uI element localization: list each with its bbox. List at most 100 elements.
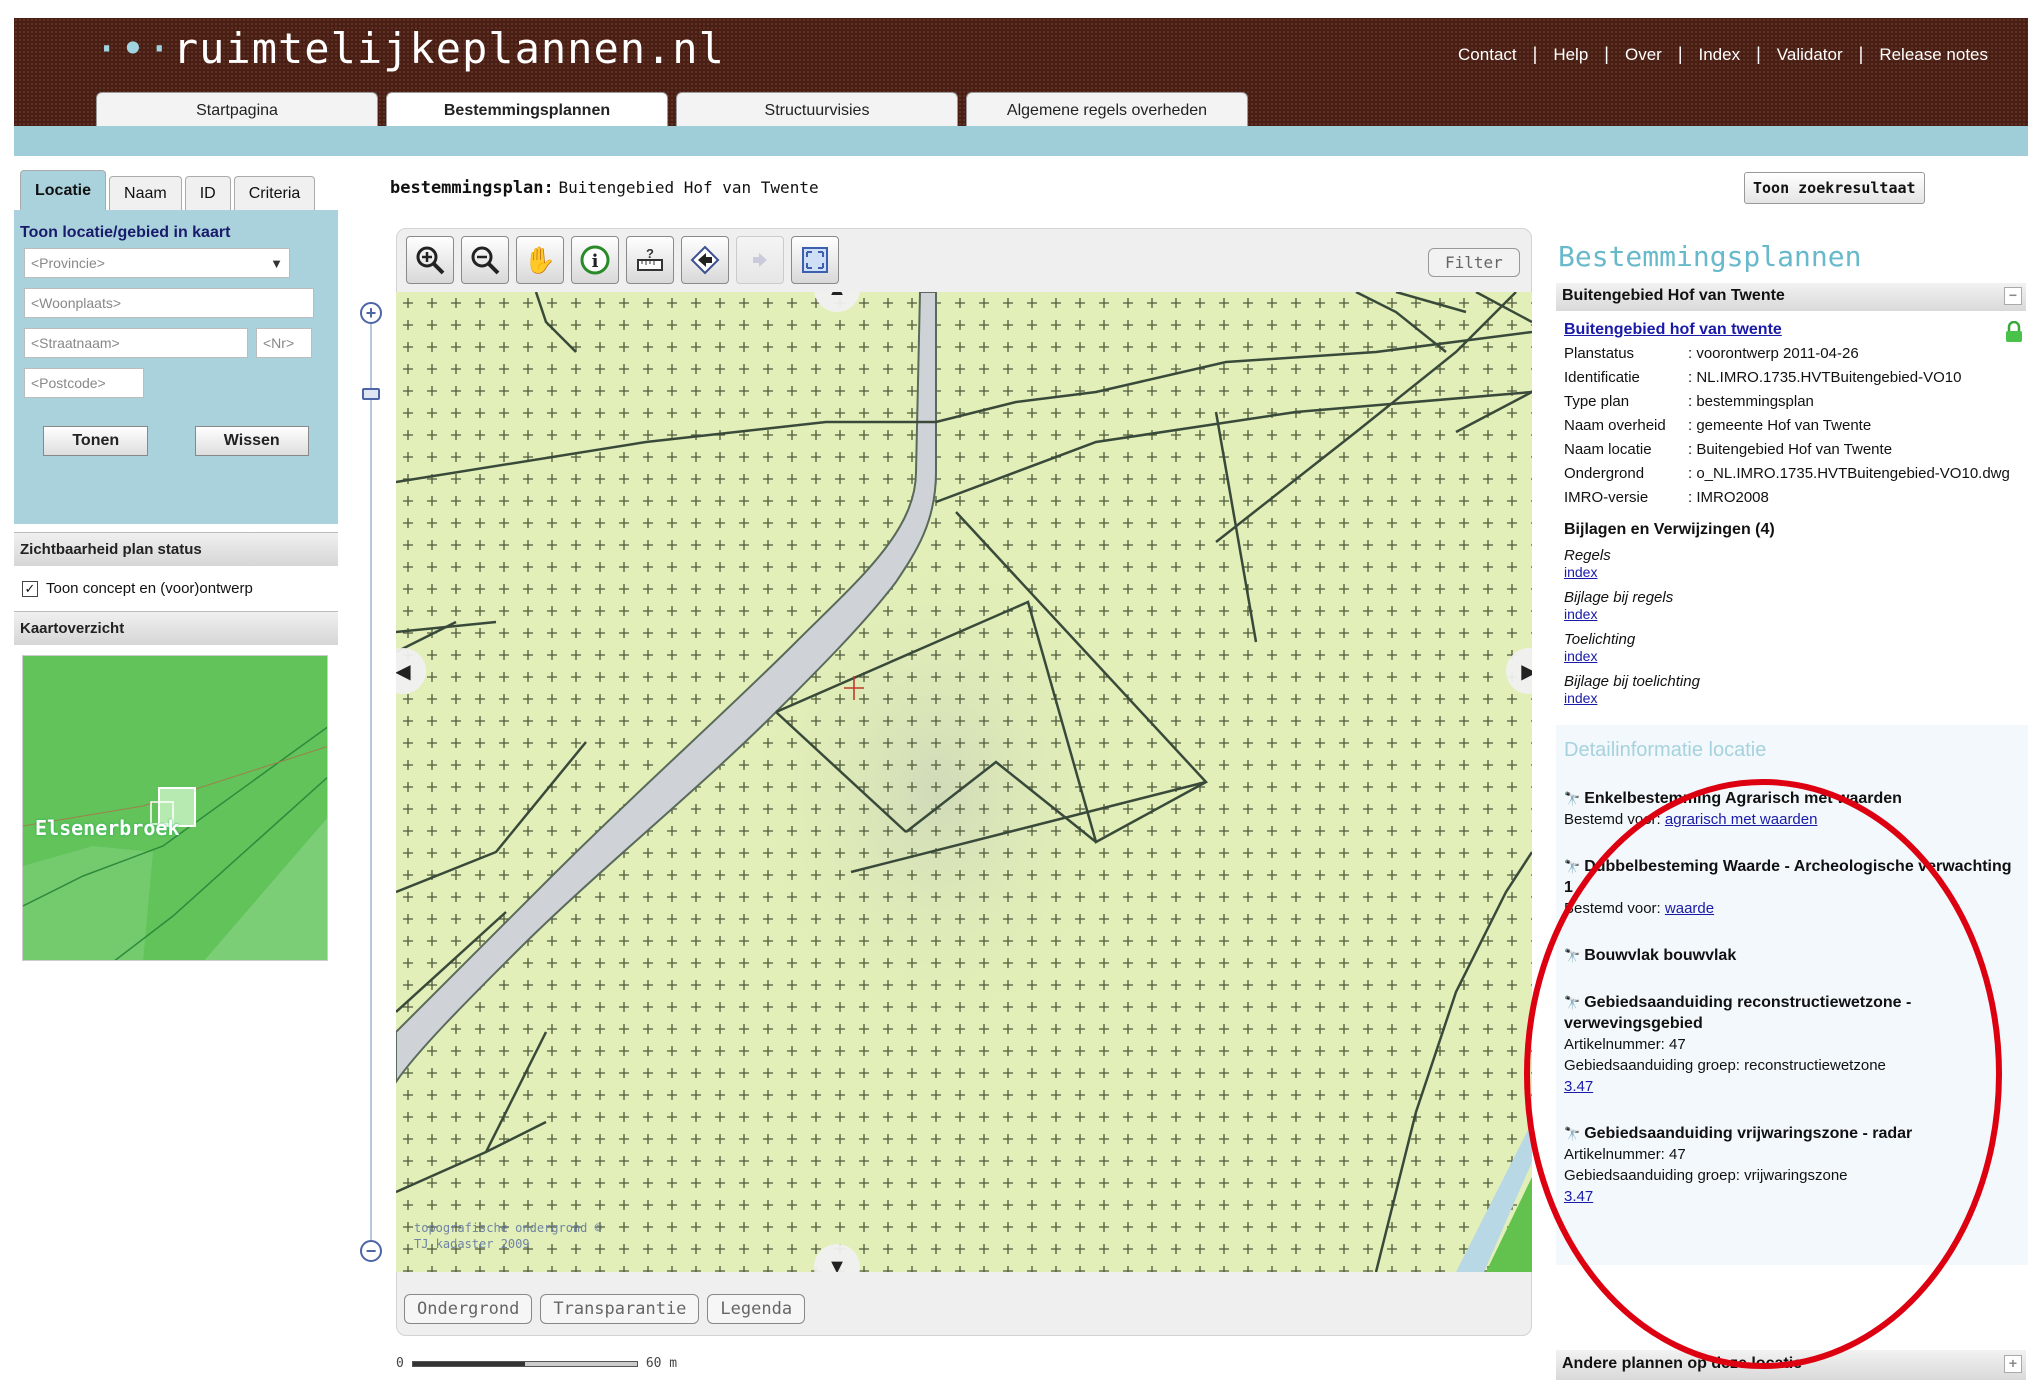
- site-header: ·•·ruimtelijkeplannen.nl Contact | Help | …: [14, 18, 2028, 128]
- zoom-slider[interactable]: + −: [356, 300, 386, 1262]
- bijlage-item: Bijlage bij regels index: [1564, 589, 1674, 622]
- map-graphic: [396, 292, 1532, 1272]
- ondergrond-button[interactable]: Ondergrond: [404, 1294, 533, 1324]
- zoom-slider-handle[interactable]: [362, 388, 380, 400]
- forward-icon[interactable]: [736, 236, 784, 284]
- concept-checkbox[interactable]: ✓: [22, 580, 38, 597]
- tonen-button[interactable]: Tonen: [43, 426, 149, 456]
- plan-link[interactable]: Buitengebied hof van twente: [1564, 321, 2020, 339]
- zoom-minus-icon[interactable]: −: [360, 1240, 382, 1262]
- bijlage-item: Toelichting index: [1564, 631, 1636, 664]
- bijlage-item: Bijlage bij toelichting index: [1564, 673, 1700, 706]
- results-panel: Bestemmingsplannen Buitengebied Hof van …: [1556, 240, 2028, 1384]
- woonplaats-input[interactable]: <Woonplaats>: [24, 288, 314, 318]
- detail-title: Detailinformatie locatie: [1564, 739, 1767, 761]
- results-title: Bestemmingsplannen: [1558, 240, 1862, 273]
- tab-startpagina[interactable]: Startpagina: [96, 92, 378, 128]
- toon-zoekresultaat-button[interactable]: Toon zoekresultaat: [1744, 172, 1925, 204]
- detail-link[interactable]: waarde: [1665, 900, 1714, 917]
- zoom-out-icon[interactable]: [461, 236, 509, 284]
- detail-list: 🔭 Enkelbestemming Agrarisch met waarden Be…: [1564, 788, 2020, 1207]
- top-links: Contact | Help | Over | Index | Validator | R…: [1442, 44, 2004, 65]
- overview-map[interactable]: Elsenerbroek: [22, 655, 328, 961]
- straatnaam-input[interactable]: <Straatnaam>: [24, 328, 248, 358]
- plan-field-row: Type plan: bestemmingsplan: [1564, 393, 1814, 410]
- plan-map[interactable]: ▲ ◀ ▶ ▼ topografische ondergrond © TJ ka…: [396, 292, 1532, 1272]
- main-tabs: Startpagina Bestemmingsplannen Structuur…: [96, 92, 1248, 128]
- zoom-in-icon[interactable]: [406, 236, 454, 284]
- link-over[interactable]: Over: [1609, 45, 1678, 65]
- binoculars-icon[interactable]: 🔭: [1564, 995, 1580, 1010]
- locatie-title: Toon locatie/gebied in kaart: [20, 224, 231, 241]
- tab-structuurvisies[interactable]: Structuurvisies: [676, 92, 958, 128]
- wissen-button[interactable]: Wissen: [194, 426, 309, 456]
- link-contact[interactable]: Contact: [1442, 45, 1533, 65]
- plan-field-row: Identificatie: NL.IMRO.1735.HVTBuitengeb…: [1564, 369, 1962, 386]
- site-logo[interactable]: ·•·ruimtelijkeplannen.nl: [94, 24, 725, 73]
- map-toolbar: ✋ i ?: [406, 236, 839, 284]
- plan-field-row: Planstatus: voorontwerp 2011-04-26: [1564, 345, 1859, 362]
- binoculars-icon[interactable]: 🔭: [1564, 1126, 1580, 1141]
- back-icon[interactable]: [681, 236, 729, 284]
- legenda-button[interactable]: Legenda: [707, 1294, 806, 1324]
- plan-header: Buitengebied Hof van Twente −: [1556, 283, 2026, 311]
- tab-locatie[interactable]: Locatie: [20, 170, 107, 210]
- overview-place-label: Elsenerbroek: [35, 816, 180, 840]
- locatie-form: Toon locatie/gebied in kaart <Provincie>…: [14, 210, 338, 524]
- info-icon[interactable]: i: [571, 236, 619, 284]
- concept-checkbox-label: Toon concept en (voor)ontwerp: [46, 580, 253, 597]
- bijlagen-title: Bijlagen en Verwijzingen (4): [1564, 521, 1775, 538]
- detail-item: 🔭 Enkelbestemming Agrarisch met waarden Be…: [1564, 790, 1902, 828]
- link-validator[interactable]: Validator: [1761, 45, 1859, 65]
- transparantie-button[interactable]: Transparantie: [540, 1294, 700, 1324]
- zoom-plus-icon[interactable]: +: [360, 302, 382, 324]
- bijlage-index-link[interactable]: index: [1564, 648, 1597, 664]
- kaartoverzicht-header: Kaartoverzicht: [14, 611, 338, 645]
- bijlage-index-link[interactable]: index: [1564, 564, 1597, 580]
- bijlage-index-link[interactable]: index: [1564, 606, 1597, 622]
- tab-algemene-regels[interactable]: Algemene regels overheden: [966, 92, 1248, 128]
- tab-bestemmingsplannen[interactable]: Bestemmingsplannen: [386, 92, 668, 128]
- filter-button[interactable]: Filter: [1428, 248, 1520, 277]
- detail-item: 🔭 Dubbelbesteming Waarde - Archeologische…: [1564, 858, 2012, 917]
- detail-link[interactable]: agrarisch met waarden: [1665, 811, 1818, 828]
- plan-info: Buitengebied hof van twente Planstatus: …: [1556, 311, 2028, 707]
- svg-text:?: ?: [646, 246, 654, 261]
- plan-field-row: Naam locatie: Buitengebied Hof van Twent…: [1564, 441, 1893, 458]
- bijlage-index-link[interactable]: index: [1564, 690, 1597, 706]
- detail-item: 🔭 Gebiedsaanduiding vrijwaringszone - rad…: [1564, 1125, 1913, 1205]
- header-band: [14, 126, 2028, 156]
- detail-info: Detailinformatie locatie 🔭 Enkelbestemmin…: [1556, 725, 2028, 1265]
- postcode-input[interactable]: <Postcode>: [24, 368, 144, 398]
- bijlagen-list: Regels index Bijlage bij regels index Toelic…: [1564, 547, 2020, 707]
- zichtbaarheid-header: Zichtbaarheid plan status: [14, 532, 338, 566]
- plan-title: bestemmingsplan: Buitengebied Hof van Tw…: [390, 178, 819, 198]
- plan-field-row: Ondergrond: o_NL.IMRO.1735.HVTBuitengebi…: [1564, 465, 2010, 482]
- detail-link[interactable]: 3.47: [1564, 1188, 1593, 1205]
- search-tabs: Locatie Naam ID Criteria: [14, 170, 338, 210]
- full-extent-icon[interactable]: [791, 236, 839, 284]
- pan-hand-icon[interactable]: ✋: [516, 236, 564, 284]
- binoculars-icon[interactable]: 🔭: [1564, 948, 1580, 963]
- detail-item: 🔭 Bouwvlak bouwvlak: [1564, 947, 1737, 964]
- link-index[interactable]: Index: [1683, 45, 1757, 65]
- collapse-icon[interactable]: −: [2004, 287, 2022, 305]
- plan-fields: Planstatus: voorontwerp 2011-04-26 Identi…: [1564, 344, 2020, 507]
- tab-naam[interactable]: Naam: [109, 176, 182, 210]
- tab-id[interactable]: ID: [184, 176, 231, 210]
- detail-link[interactable]: 3.47: [1564, 1078, 1593, 1095]
- expand-icon[interactable]: +: [2004, 1355, 2022, 1373]
- andere-plannen-header[interactable]: Andere plannen op deze locatie +: [1556, 1350, 2026, 1380]
- link-help[interactable]: Help: [1537, 45, 1604, 65]
- detail-item: 🔭 Gebiedsaanduiding reconstructiewetzone …: [1564, 994, 1912, 1095]
- scale-bar: 0 60 m: [396, 1356, 678, 1371]
- measure-icon[interactable]: ?: [626, 236, 674, 284]
- link-release-notes[interactable]: Release notes: [1863, 45, 2004, 65]
- tab-criteria[interactable]: Criteria: [233, 176, 316, 210]
- provincie-select[interactable]: <Provincie> ▼: [24, 248, 290, 278]
- map-bottom-buttons: Ondergrond Transparantie Legenda: [404, 1294, 806, 1324]
- binoculars-icon[interactable]: 🔭: [1564, 859, 1580, 874]
- overview-map-graphic: [23, 726, 327, 960]
- huisnummer-input[interactable]: <Nr>: [256, 328, 312, 358]
- binoculars-icon[interactable]: 🔭: [1564, 791, 1580, 806]
